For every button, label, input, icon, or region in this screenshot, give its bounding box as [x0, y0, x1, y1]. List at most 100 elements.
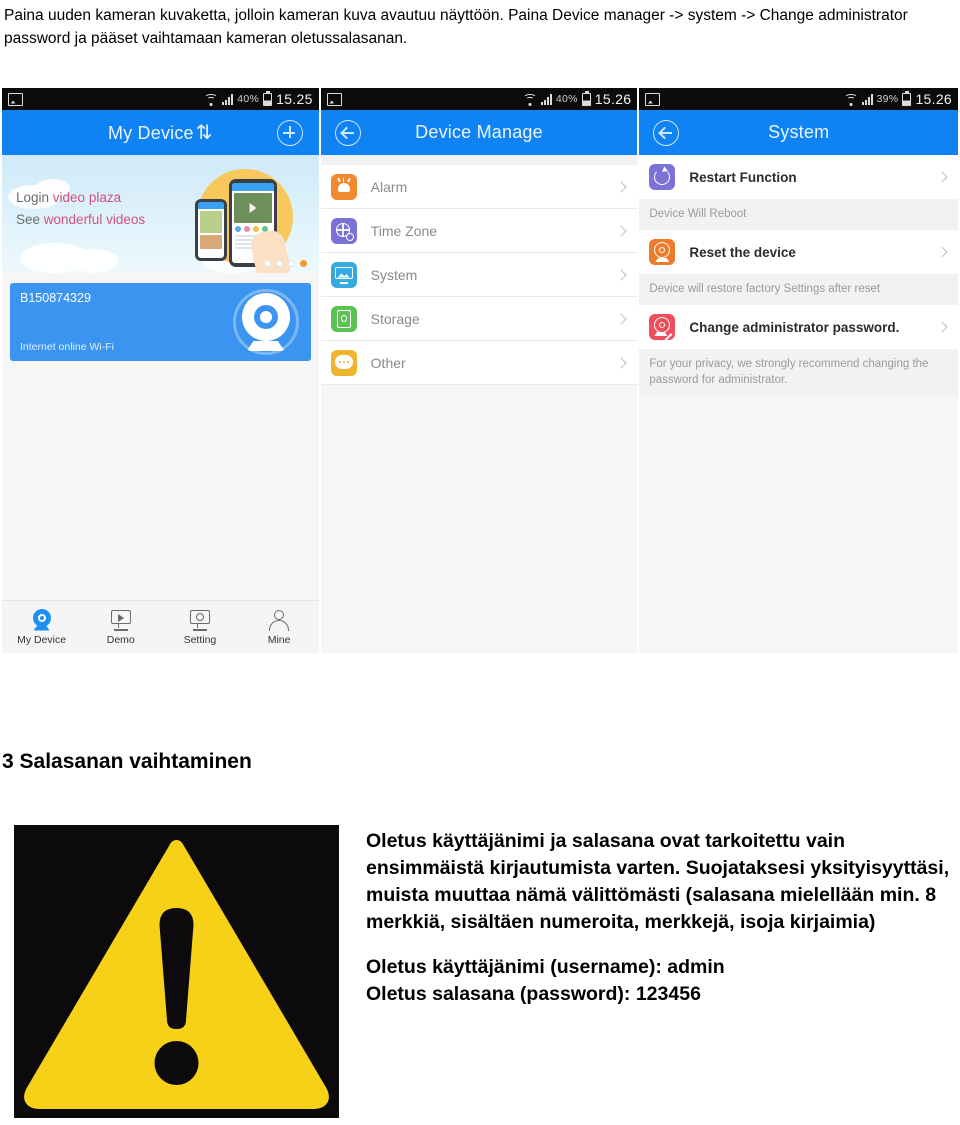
list-item-note: Device will restore factory Settings aft… — [639, 274, 958, 305]
list-item-change-admin-password[interactable]: Change administrator password. — [639, 305, 958, 349]
signal-icon — [222, 93, 234, 105]
promo-line-1-plain: Login — [16, 190, 53, 205]
status-bar-left — [8, 92, 23, 106]
app-bar-device-manage: Device Manage — [320, 110, 638, 155]
phone-screenshots-strip: 40% 15.25 My Device ⇅ Login video plaza S… — [2, 88, 958, 653]
battery-percent-label: 40% — [237, 93, 260, 105]
restart-icon — [649, 164, 676, 190]
wifi-icon — [204, 93, 218, 106]
nav-label: My Device — [17, 633, 67, 646]
bottom-navigation: My Device Demo Setting Mine — [2, 600, 319, 653]
chat-bubble-icon — [330, 349, 357, 376]
app-bar-title: Device Manage — [415, 122, 543, 142]
page-root: Paina uuden kameran kuvaketta, jolloin k… — [0, 0, 960, 1125]
list-item-note: Device Will Reboot — [639, 199, 958, 230]
device-status-label: Internet online Wi-Fi — [20, 341, 114, 353]
promo-line-2-plain: See — [16, 212, 44, 227]
image-notification-icon — [326, 92, 342, 106]
phone-screenshot-system: 39% 15.26 System Restart Function Device — [639, 88, 958, 653]
status-bar: 39% 15.26 — [639, 88, 958, 110]
list-item-label: Reset the device — [689, 244, 796, 260]
wifi-icon — [523, 93, 537, 106]
chevron-right-icon — [615, 268, 628, 281]
battery-percent-label: 40% — [555, 93, 578, 105]
default-username-line: Oletus käyttäjänimi (username): admin — [366, 956, 725, 978]
list-item-system[interactable]: System — [320, 253, 638, 297]
list-item-note: For your privacy, we strongly recommend … — [639, 349, 958, 396]
list-item-storage[interactable]: Storage — [320, 297, 638, 341]
status-bar: 40% 15.26 — [320, 88, 638, 110]
banner-pager-dots[interactable] — [263, 260, 307, 267]
sd-card-icon — [330, 305, 357, 332]
battery-icon — [263, 90, 273, 106]
back-arrow-icon[interactable] — [653, 119, 680, 146]
clock-label: 15.25 — [276, 91, 313, 107]
app-bar-my-device: My Device ⇅ — [2, 110, 319, 155]
list-item-label: Alarm — [370, 178, 408, 195]
list-item-label: Other — [370, 354, 406, 371]
image-notification-icon — [645, 92, 661, 106]
chevron-right-icon — [936, 171, 948, 183]
add-device-button[interactable] — [276, 119, 303, 146]
status-bar-right: 40% 15.25 — [204, 90, 313, 107]
nav-item-demo[interactable]: Demo — [81, 609, 160, 646]
status-bar-left — [326, 92, 342, 106]
promo-illustration — [181, 163, 311, 273]
section-title: 3 Salasanan vaihtaminen — [2, 750, 252, 773]
nav-label: Setting — [183, 633, 217, 646]
list-item-restart-function[interactable]: Restart Function — [639, 155, 958, 199]
alarm-icon — [330, 173, 357, 200]
device-manage-list: Alarm Time Zone System Storage Other — [320, 155, 638, 385]
nav-label: Demo — [106, 633, 135, 646]
battery-percent-label: 39% — [876, 93, 899, 105]
chevron-right-icon — [615, 224, 628, 237]
back-arrow-icon[interactable] — [334, 119, 361, 146]
clock-label: 15.26 — [594, 91, 632, 107]
list-item-alarm[interactable]: Alarm — [320, 165, 638, 209]
app-bar-title-text: My Device — [107, 123, 194, 143]
monitor-icon — [330, 261, 357, 288]
intro-paragraph: Paina uuden kameran kuvaketta, jolloin k… — [4, 7, 908, 47]
list-top-spacer — [320, 155, 638, 165]
warning-body: Oletus käyttäjänimi ja salasana ovat tar… — [366, 830, 950, 933]
chevron-right-icon — [615, 180, 628, 193]
list-item-label: Time Zone — [370, 222, 438, 239]
promo-banner[interactable]: Login video plaza See wonderful videos — [2, 155, 319, 273]
reset-camera-icon — [649, 239, 676, 265]
chevron-right-icon — [936, 246, 948, 258]
list-item-label: Storage — [370, 310, 420, 327]
list-item-time-zone[interactable]: Time Zone — [320, 209, 638, 253]
app-bar-title: My Device ⇅ — [2, 120, 319, 145]
nav-item-my-device[interactable]: My Device — [2, 608, 81, 646]
chevron-right-icon — [936, 321, 948, 333]
battery-icon — [581, 90, 591, 106]
app-bar-system: System — [639, 110, 958, 155]
list-item-other[interactable]: Other — [320, 341, 638, 385]
signal-icon — [540, 93, 552, 105]
globe-clock-icon — [330, 217, 357, 244]
battery-icon — [902, 90, 912, 106]
nav-item-setting[interactable]: Setting — [160, 609, 239, 646]
promo-banner-text: Login video plaza See wonderful videos — [16, 187, 145, 231]
chevron-right-icon — [615, 312, 628, 325]
chevron-right-icon — [615, 356, 628, 369]
system-list: Restart Function Device Will Reboot Rese… — [639, 155, 958, 396]
signal-icon — [861, 93, 873, 105]
list-item-reset-device[interactable]: Reset the device — [639, 230, 958, 274]
camera-icon — [30, 608, 54, 631]
list-item-label: Change administrator password. — [689, 319, 900, 335]
camera-icon — [232, 289, 299, 355]
warning-text-block: Oletus käyttäjänimi ja salasana ovat tar… — [366, 828, 950, 1008]
device-card[interactable]: B150874329 Internet online Wi-Fi — [10, 283, 311, 361]
image-notification-icon — [8, 92, 23, 106]
warning-triangle-icon — [14, 825, 339, 1118]
promo-line-1-highlight: video plaza — [52, 190, 122, 205]
nav-item-mine[interactable]: Mine — [240, 609, 319, 646]
phone-screenshot-my-device: 40% 15.25 My Device ⇅ Login video plaza S… — [2, 88, 319, 653]
illustration-small-phone — [194, 199, 227, 261]
promo-line-2: See wonderful videos — [16, 209, 145, 231]
promo-line-1: Login video plaza — [16, 187, 145, 209]
status-bar: 40% 15.25 — [2, 88, 319, 110]
signal-wave-icon: ⇅ — [195, 122, 213, 144]
monitor-gear-icon — [188, 609, 212, 631]
